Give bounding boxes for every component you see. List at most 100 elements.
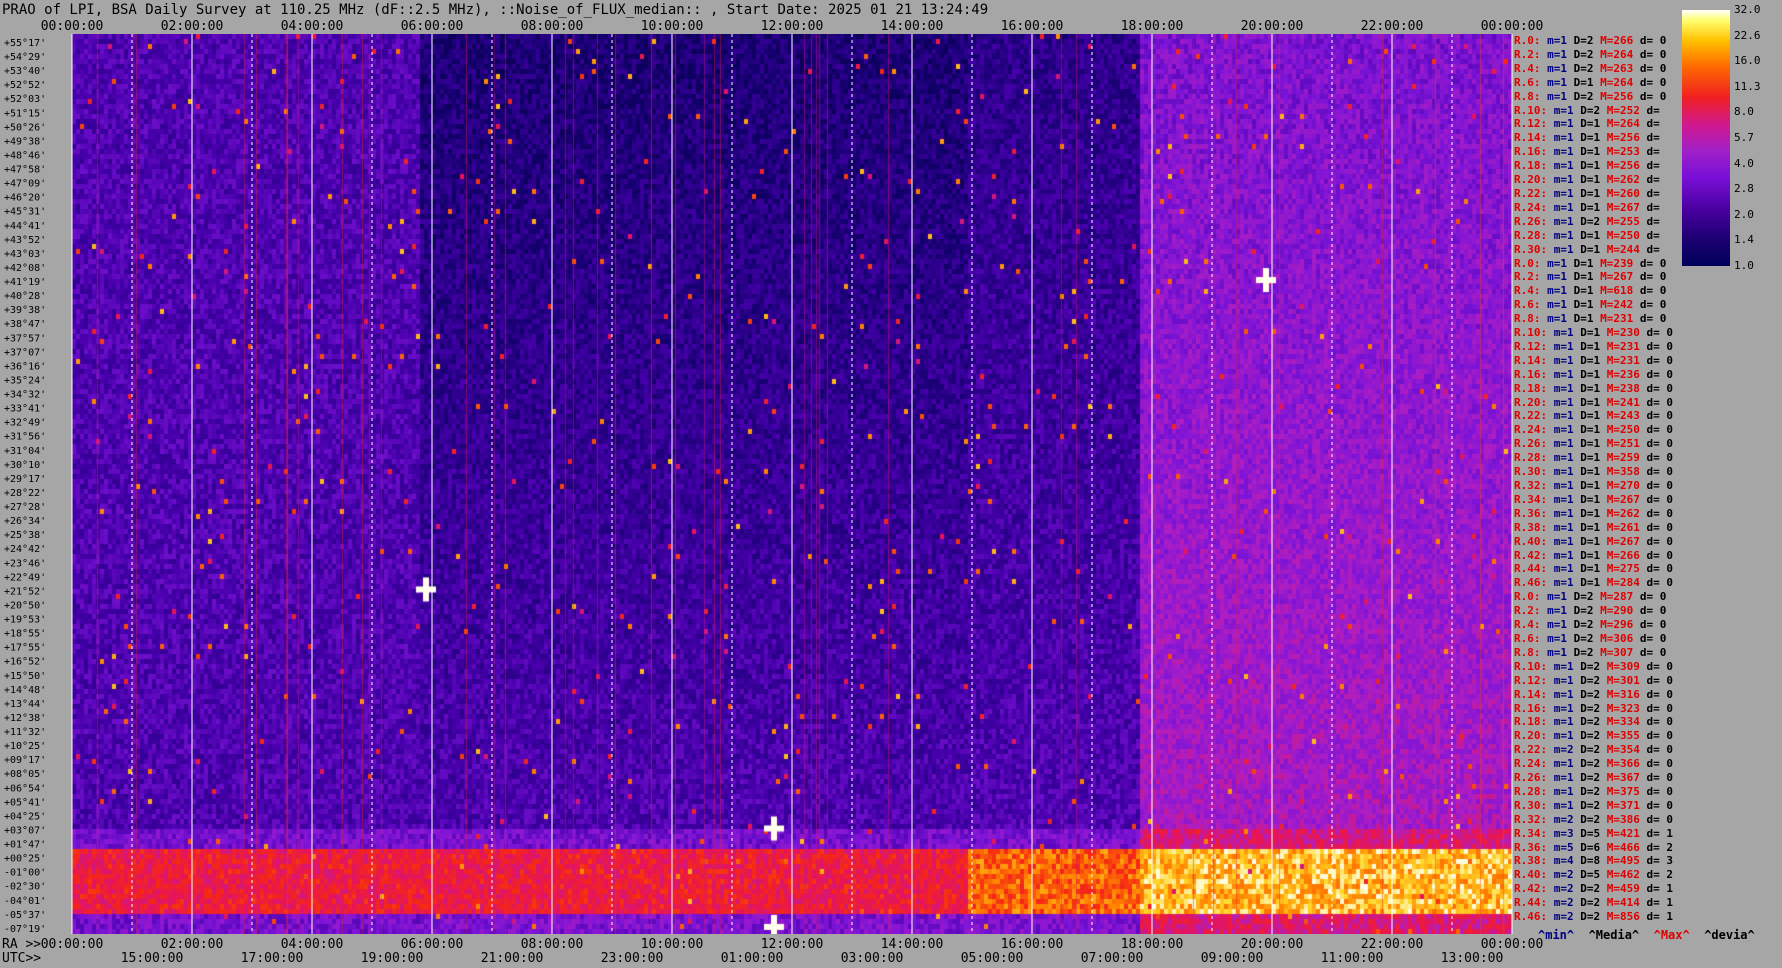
declination-label: +16°52' (4, 657, 46, 668)
stats-r: R.36: (1514, 840, 1548, 854)
stats-d: D=8 (1573, 854, 1601, 868)
colorbar-tick: 2.8 (1734, 182, 1754, 196)
stats-h: M=267 (1600, 534, 1640, 548)
colorbar-tick: 2.0 (1734, 207, 1754, 221)
stats-row: R.26: m=1 D=2 M=367 d= 0 (1514, 771, 1673, 785)
top-tick-label: 14:00:00 (881, 19, 944, 34)
stats-d: D=2 (1567, 590, 1594, 604)
stats-h: M=856 (1600, 910, 1640, 924)
stats-m: m=1 (1540, 61, 1567, 75)
stats-d: D=2 (1573, 659, 1601, 673)
stats-m: m=1 (1547, 659, 1574, 673)
stats-v: d= 0 (1639, 784, 1673, 798)
stats-d: D=2 (1573, 743, 1601, 757)
stats-d: D=1 (1573, 367, 1601, 381)
ra-tick-label: 00:00:00 (41, 937, 104, 952)
stats-v: d= 0 (1633, 47, 1667, 61)
ra-axis-label: RA >> (2, 937, 41, 952)
stats-v: d= 1 (1639, 910, 1673, 924)
stats-h: M=256 (1600, 131, 1640, 145)
declination-label: +00°25' (4, 854, 46, 865)
right-stats-panel: R.0: m=1 D=2 M=266 d= 0 R.2: m=1 D=2 M=26… (1514, 34, 1684, 924)
stats-h: M=231 (1600, 339, 1640, 353)
stats-v: d= 0 (1639, 367, 1673, 381)
stats-row: R.30: m=1 D=1 M=358 d= 0 (1514, 465, 1673, 479)
utc-tick-label: 15:00:00 (121, 951, 184, 966)
stats-m: m=5 (1547, 840, 1574, 854)
stats-m: m=2 (1547, 910, 1574, 924)
stats-r: R.30: (1514, 798, 1548, 812)
stats-v: d= 0 (1633, 284, 1667, 298)
stats-v: d= 0 (1633, 34, 1667, 47)
stats-m: m=1 (1547, 367, 1574, 381)
stats-r: R.26: (1514, 214, 1548, 228)
stats-h: M=367 (1600, 771, 1640, 785)
stats-v: d= 0 (1633, 270, 1667, 284)
stats-h: M=256 (1600, 159, 1640, 173)
utc-tick-label: 07:00:00 (1081, 951, 1144, 966)
stats-v: d= 0 (1633, 298, 1667, 312)
stats-d: D=1 (1573, 395, 1601, 409)
stats-h: M=242 (1593, 298, 1634, 312)
stats-r: R.34: (1514, 826, 1548, 840)
stats-row: R.46: m=1 D=1 M=284 d= 0 (1514, 576, 1673, 590)
stats-d: D=6 (1573, 840, 1601, 854)
stats-v: d= 0 (1639, 353, 1673, 367)
top-tick-label: 00:00:00 (41, 19, 104, 34)
stats-r: R.4: (1514, 618, 1541, 632)
stats-d: D=1 (1573, 353, 1601, 367)
stats-row: R.12: m=1 D=2 M=301 d= 0 (1514, 674, 1673, 688)
stats-d: D=1 (1573, 534, 1601, 548)
stats-h: M=267 (1600, 492, 1640, 506)
stats-h: M=230 (1600, 326, 1640, 340)
stats-m: m=1 (1547, 242, 1574, 256)
ra-tick-label: 16:00:00 (1001, 937, 1064, 952)
declination-label: +01°47' (4, 840, 46, 851)
stats-r: R.6: (1514, 631, 1541, 645)
stats-row: R.18: m=1 D=1 M=238 d= 0 (1514, 382, 1673, 396)
stats-h: M=284 (1600, 576, 1640, 590)
declination-label: -02°30' (4, 882, 46, 893)
legend-median: ^Media^ (1588, 928, 1640, 942)
stats-row: R.2: m=1 D=2 M=290 d= 0 (1514, 604, 1666, 618)
stats-d: D=1 (1573, 228, 1601, 242)
stats-r: R.40: (1514, 868, 1548, 882)
stats-row: R.46: m=2 D=2 M=856 d= 1 (1514, 910, 1673, 924)
utc-tick-label: 03:00:00 (841, 951, 904, 966)
stats-d: D=1 (1567, 75, 1594, 89)
stats-r: R.14: (1514, 131, 1548, 145)
stats-d: D=2 (1567, 618, 1594, 632)
stats-v: d= (1639, 103, 1660, 117)
top-tick-label: 16:00:00 (1001, 19, 1064, 34)
stats-m: m=1 (1547, 784, 1574, 798)
declination-label: +46°20' (4, 193, 46, 204)
stats-m: m=1 (1540, 604, 1567, 618)
stats-m: m=1 (1540, 284, 1567, 298)
stats-m: m=1 (1547, 673, 1574, 687)
stats-m: m=1 (1547, 339, 1574, 353)
stats-v: d= 0 (1639, 729, 1673, 743)
stats-v: d= 0 (1639, 687, 1673, 701)
stats-h: M=375 (1600, 784, 1640, 798)
declination-label: +17°55' (4, 643, 46, 654)
stats-m: m=1 (1547, 520, 1574, 534)
stats-d: D=2 (1573, 896, 1601, 910)
stats-r: R.6: (1514, 75, 1541, 89)
stats-row: R.44: m=1 D=1 M=275 d= 0 (1514, 562, 1673, 576)
stats-m: m=2 (1547, 896, 1574, 910)
stats-d: D=1 (1567, 298, 1594, 312)
top-tick-label: 18:00:00 (1121, 19, 1184, 34)
declination-label: +43°52' (4, 235, 46, 246)
stats-m: m=1 (1540, 34, 1567, 47)
stats-d: D=1 (1573, 562, 1601, 576)
stats-h: M=250 (1600, 228, 1640, 242)
stats-h: M=238 (1600, 381, 1640, 395)
stats-row: R.26: m=1 D=2 M=255 d= (1514, 215, 1660, 229)
colorbar-tick: 1.0 (1734, 259, 1754, 272)
declination-label: +51°15' (4, 108, 46, 119)
stats-row: R.24: m=1 D=1 M=267 d= (1514, 201, 1660, 215)
stats-row: R.44: m=2 D=2 M=414 d= 1 (1514, 896, 1673, 910)
stats-d: D=2 (1567, 89, 1594, 103)
colorbar-tick: 1.4 (1734, 233, 1754, 247)
stats-d: D=2 (1573, 771, 1601, 785)
